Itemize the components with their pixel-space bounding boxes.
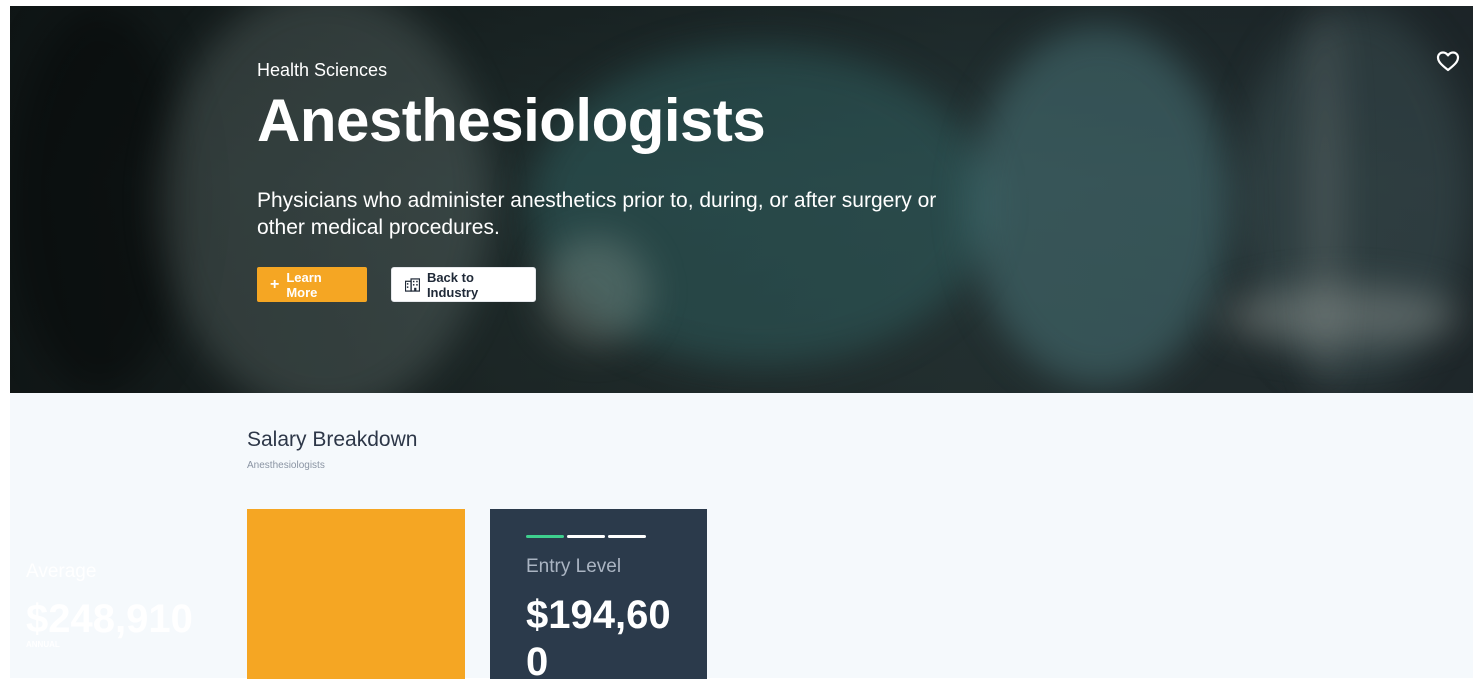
page-title: Anesthesiologists [257,87,766,154]
entry-level-value: $194,600 [526,593,671,684]
page-frame: Health Sciences Anesthesiologists Physic… [10,6,1473,678]
slide-indicator[interactable] [567,535,605,538]
back-to-industry-label: Back to Industry [426,269,479,300]
back-to-industry-button[interactable]: Back to Industry [391,267,536,302]
entry-level-label: Entry Level [526,556,622,577]
heart-icon[interactable] [1436,50,1460,72]
plus-icon: + [270,275,280,293]
salary-breakdown-subtitle: Anesthesiologists [247,460,325,471]
slide-indicator-active[interactable] [526,535,564,538]
learn-more-label: Learn More [286,269,322,300]
average-label: Average [26,561,97,582]
average-unit: ANNUAL [26,640,60,649]
slide-indicator[interactable] [608,535,646,538]
occupation-description: Physicians who administer anesthetics pr… [257,189,937,239]
salary-breakdown-title: Salary Breakdown [247,428,418,451]
learn-more-button[interactable]: + Learn More [257,267,367,302]
average-salary-card [247,509,465,679]
hero-banner: Health Sciences Anesthesiologists Physic… [10,6,1473,393]
industry-category: Health Sciences [257,60,388,80]
building-icon [405,277,420,292]
average-value: $248,910 [26,597,193,641]
